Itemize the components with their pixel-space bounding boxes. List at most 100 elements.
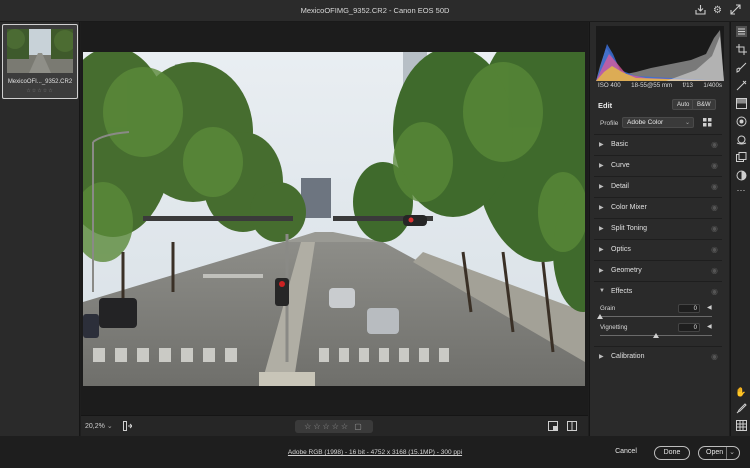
section-basic[interactable]: ▶ Basic ◉ (594, 134, 722, 154)
brush-icon[interactable] (735, 62, 747, 74)
aperture-value: f/13 (682, 82, 693, 89)
section-label: Curve (611, 162, 630, 169)
image-metadata: ISO 400 18-55@55 mm f/13 1/400s (598, 82, 722, 89)
eye-icon[interactable]: ◉ (711, 161, 718, 170)
done-button[interactable]: Done (654, 446, 690, 460)
crop-icon[interactable] (735, 44, 747, 56)
chevron-right-icon: ▶ (599, 226, 604, 232)
thumbnail-image (7, 29, 73, 73)
gradient-icon[interactable] (735, 80, 747, 92)
zoom-value: 20,2% (85, 423, 105, 430)
footer-bar: Adobe RGB (1998) - 16 bit - 4752 x 3168 … (0, 436, 750, 468)
eye-icon[interactable]: ◉ (711, 182, 718, 191)
photo-preview (83, 52, 585, 386)
eye-icon[interactable]: ◉ (711, 287, 718, 296)
eye-icon[interactable]: ◉ (711, 224, 718, 233)
profile-browser-icon[interactable] (703, 118, 712, 127)
histogram (596, 26, 724, 81)
section-label: Basic (611, 141, 629, 148)
section-label: Optics (611, 246, 631, 253)
thumbnail-filename: MexicoOFI..._9352.CR2 (7, 79, 73, 85)
profile-select[interactable]: Adobe Color ⌄ (622, 117, 694, 128)
shutter-value: 1/400s (703, 82, 722, 89)
section-curve[interactable]: ▶ Curve ◉ (594, 155, 722, 175)
grain-value[interactable]: 0 (678, 304, 700, 313)
grain-slider-track[interactable] (600, 316, 712, 317)
section-label: Calibration (611, 353, 645, 360)
section-label: Color Mixer (611, 204, 647, 211)
gear-icon[interactable]: ⚙ (711, 4, 724, 17)
section-geometry[interactable]: ▶ Geometry ◉ (594, 260, 722, 280)
canvas-bottom-bar: 20,2% ⌄ ☆☆☆☆☆ ▢ (81, 415, 588, 436)
chevron-right-icon: ▶ (599, 184, 604, 190)
filmstrip: MexicoOFI..._9352.CR2 ☆☆☆☆☆ (0, 22, 80, 436)
grain-label: Grain (600, 305, 616, 312)
presets-icon[interactable] (735, 134, 747, 146)
open-label: Open (706, 449, 724, 456)
compare-view-icon[interactable] (548, 421, 558, 433)
vignetting-value[interactable]: 0 (678, 323, 700, 332)
section-label: Geometry (611, 267, 642, 274)
open-button[interactable]: Open ⌄ (698, 446, 740, 460)
clipping-triangle-icon: ◀ (707, 324, 712, 330)
edit-heading: Edit (598, 101, 613, 110)
eye-icon[interactable]: ◉ (711, 266, 718, 275)
chevron-right-icon: ▶ (599, 247, 604, 253)
redeye-icon[interactable] (735, 116, 747, 128)
chevron-right-icon: ▶ (599, 142, 604, 148)
iso-value: ISO 400 (598, 82, 621, 89)
tool-strip: ⋯ ✋ (730, 22, 750, 436)
section-label: Effects (611, 288, 633, 295)
section-label: Split Toning (611, 225, 648, 232)
vignetting-label: Vignetting (600, 324, 628, 331)
thumbnail-rating: ☆☆☆☆☆ (26, 88, 54, 94)
snapshot-icon[interactable] (735, 152, 747, 164)
more-icon[interactable]: ⋯ (735, 184, 747, 196)
sliders-icon[interactable] (735, 26, 747, 38)
eye-icon[interactable]: ◉ (711, 140, 718, 149)
hand-icon[interactable]: ✋ (735, 386, 747, 398)
bw-button[interactable]: B&W (692, 99, 716, 110)
lens-value: 18-55@55 mm (631, 82, 673, 89)
section-optics[interactable]: ▶ Optics ◉ (594, 239, 722, 259)
chevron-right-icon: ▶ (599, 268, 604, 274)
before-after-icon[interactable] (567, 421, 577, 433)
cancel-button[interactable]: Cancel (608, 446, 644, 460)
filmstrip-thumbnail[interactable]: MexicoOFI..._9352.CR2 ☆☆☆☆☆ (2, 24, 78, 99)
radial-icon[interactable] (735, 98, 747, 110)
section-split-toning[interactable]: ▶ Split Toning ◉ (594, 218, 722, 238)
profile-label: Profile (600, 120, 619, 127)
eye-icon[interactable]: ◉ (711, 203, 718, 212)
zoom-level[interactable]: 20,2% ⌄ (85, 422, 113, 430)
filmstrip-toggle-icon[interactable] (123, 421, 133, 433)
window-title: MexicoOFIMG_9352.CR2 - Canon EOS 50D (300, 6, 450, 15)
chevron-down-icon[interactable]: ⌄ (726, 447, 735, 459)
clipping-triangle-icon: ◀ (707, 305, 712, 311)
grain-slider-handle[interactable] (597, 314, 603, 319)
section-detail[interactable]: ▶ Detail ◉ (594, 176, 722, 196)
chevron-down-icon: ⌄ (106, 423, 113, 430)
eye-icon[interactable]: ◉ (711, 245, 718, 254)
chevron-down-icon: ▼ (599, 288, 605, 294)
chevron-right-icon: ▶ (599, 205, 604, 211)
title-bar: MexicoOFIMG_9352.CR2 - Canon EOS 50D ⚙ (0, 0, 750, 22)
vignetting-slider-handle[interactable] (653, 333, 659, 338)
chevron-right-icon: ▶ (599, 163, 604, 169)
adjustments-icon[interactable] (735, 170, 747, 182)
chevron-right-icon: ▶ (599, 354, 604, 360)
edit-panel: ISO 400 18-55@55 mm f/13 1/400s Edit Aut… (589, 22, 729, 436)
save-icon[interactable] (694, 4, 707, 17)
rating-bar[interactable]: ☆☆☆☆☆ ▢ (295, 420, 373, 433)
auto-button[interactable]: Auto (672, 99, 695, 110)
section-effects[interactable]: ▼ Effects ◉ (594, 281, 722, 301)
expand-icon[interactable] (729, 4, 742, 17)
eye-icon[interactable]: ◉ (711, 352, 718, 361)
section-color-mixer[interactable]: ▶ Color Mixer ◉ (594, 197, 722, 217)
grid-icon[interactable] (735, 420, 747, 432)
section-calibration[interactable]: ▶ Calibration ◉ (594, 346, 722, 366)
color-sampler-icon[interactable] (735, 403, 747, 415)
image-canvas[interactable] (81, 22, 588, 415)
profile-value: Adobe Color (627, 119, 664, 126)
chevron-down-icon: ⌄ (684, 120, 690, 126)
section-label: Detail (611, 183, 629, 190)
